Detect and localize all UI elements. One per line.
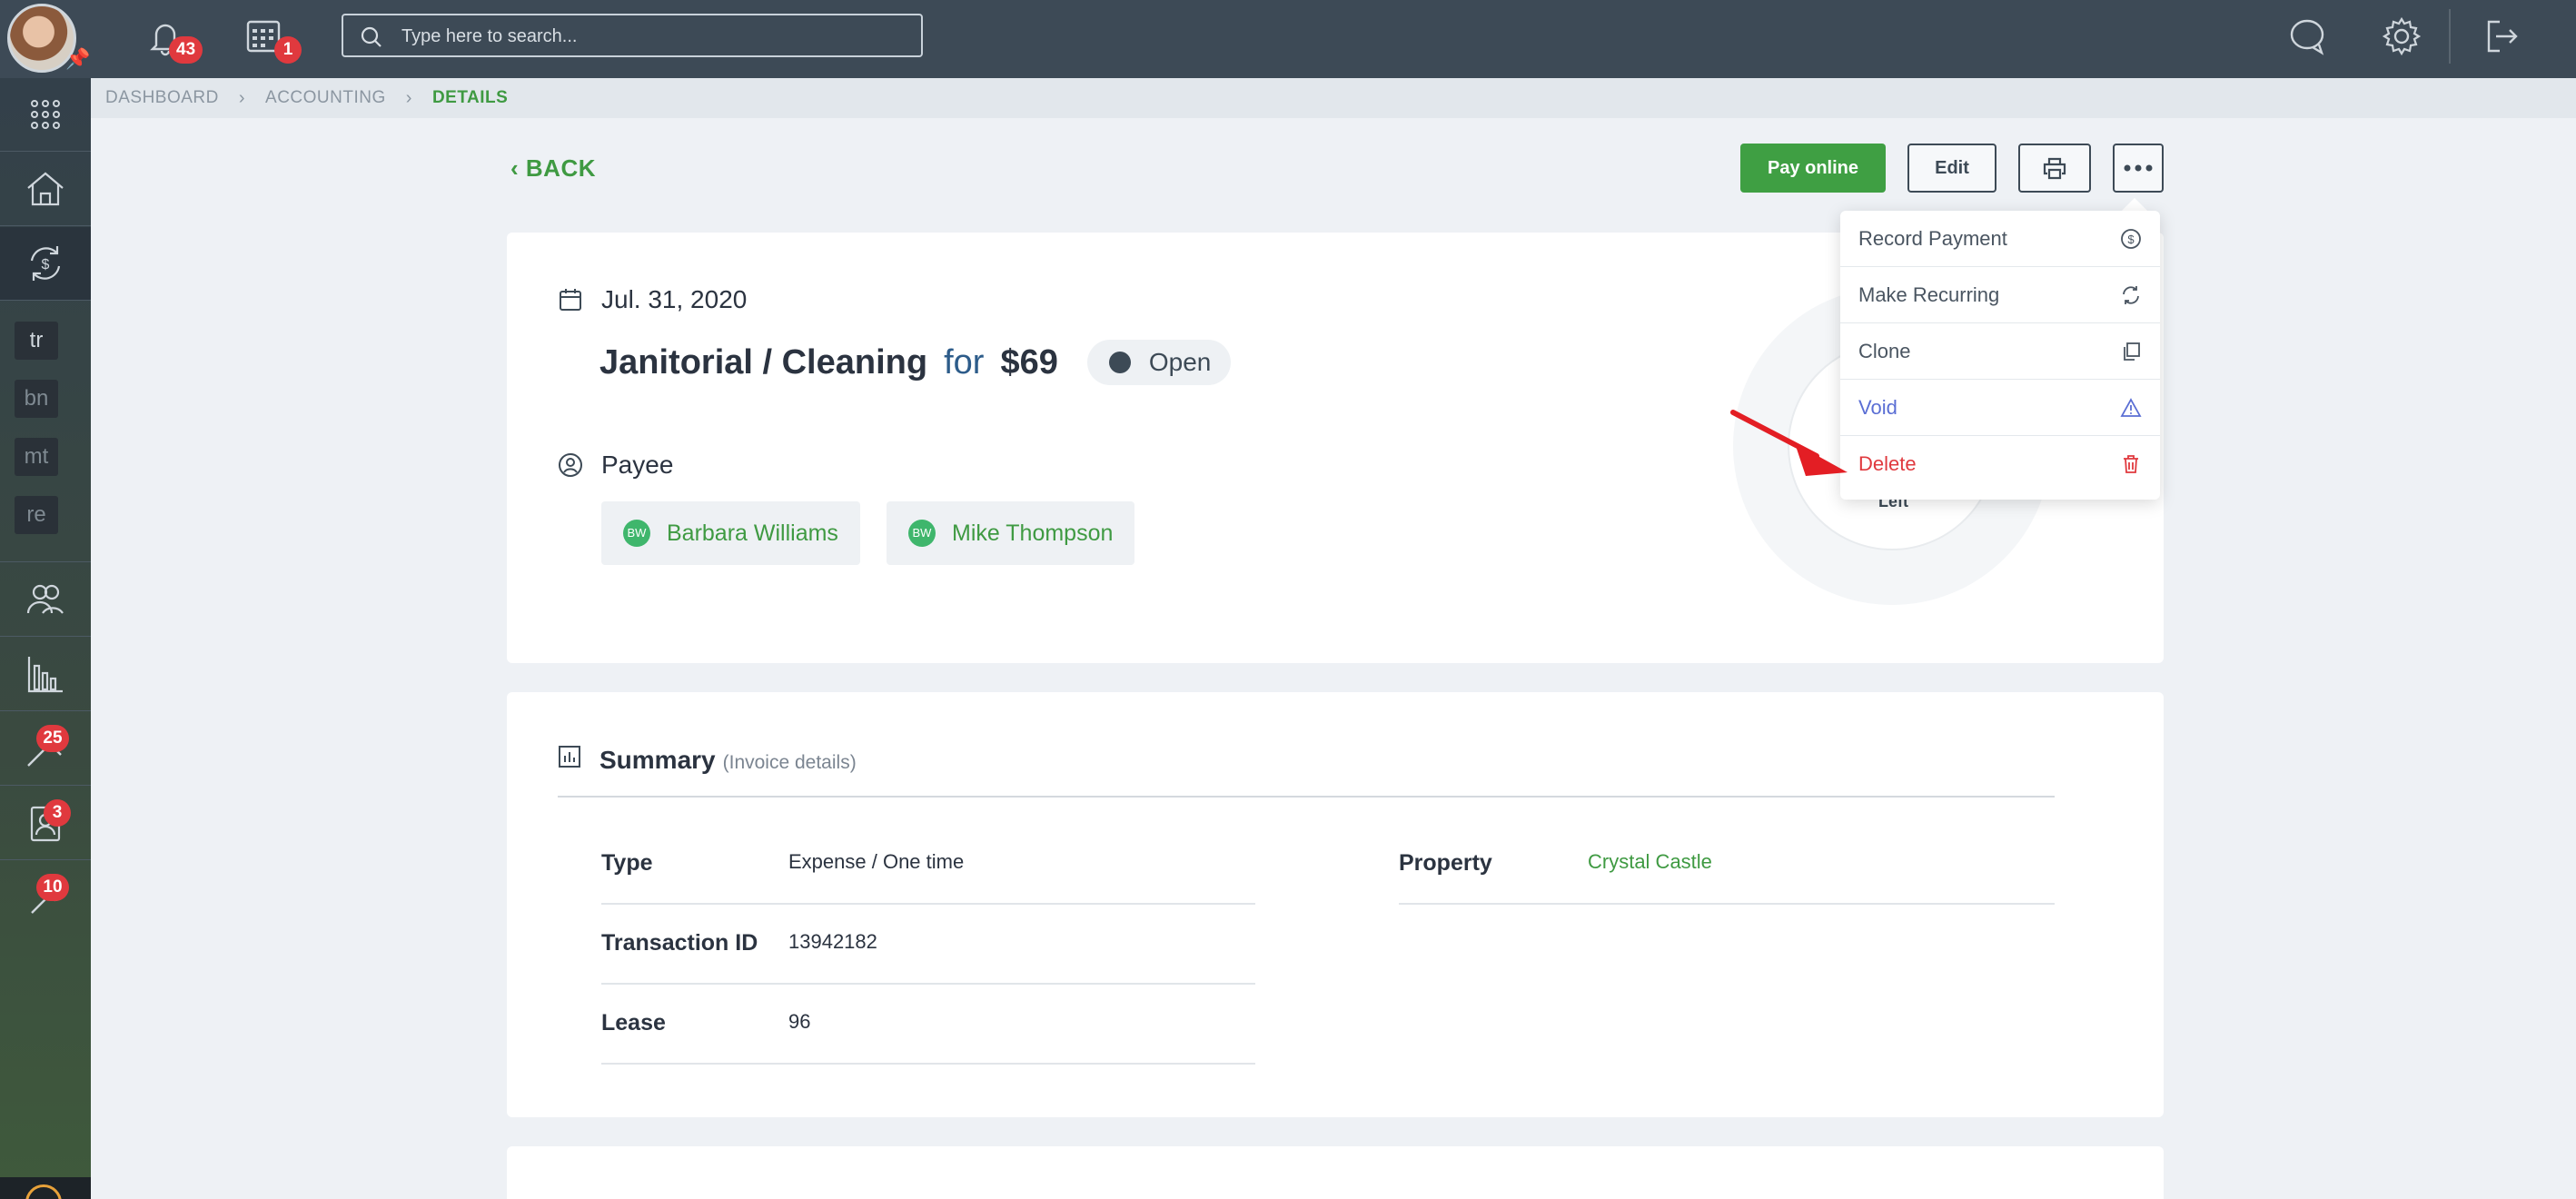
pay-online-button[interactable]: Pay online <box>1740 144 1886 193</box>
transaction-id-value: 13942182 <box>788 930 877 953</box>
payee-name: Barbara Williams <box>667 520 838 546</box>
tenants-badge: 3 <box>44 799 71 827</box>
sidebar-item-reports[interactable] <box>0 638 91 710</box>
payee-name: Mike Thompson <box>952 520 1114 546</box>
pin-icon[interactable]: 📌 <box>65 47 90 71</box>
lease-label: Lease <box>601 1010 666 1036</box>
property-label: Property <box>1399 850 1492 876</box>
type-value: Expense / One time <box>788 850 965 873</box>
assistant-launcher[interactable] <box>0 1177 91 1199</box>
menu-item-record-payment[interactable]: Record Payment $ <box>1840 211 2160 267</box>
details-card <box>507 1146 2164 1199</box>
more-options-menu: Record Payment $ Make Recurring Clone Vo… <box>1840 211 2160 500</box>
sidebar-abbr-mt[interactable]: mt <box>15 438 58 476</box>
payee-initials: BW <box>908 520 936 547</box>
sidebar-abbr-tr[interactable]: tr <box>15 322 58 360</box>
payee-chip[interactable]: BW Barbara Williams <box>601 501 860 565</box>
sidebar-item-apps[interactable] <box>0 78 91 151</box>
sidebar-item-properties[interactable] <box>0 153 91 225</box>
menu-label: Make Recurring <box>1858 282 2000 306</box>
menu-label: Clone <box>1858 339 1911 362</box>
type-label: Type <box>601 850 653 876</box>
invoice-date: Jul. 31, 2020 <box>601 285 748 313</box>
menu-item-clone[interactable]: Clone <box>1840 323 2160 380</box>
refresh-icon <box>2123 286 2139 304</box>
status-badge: Open <box>1086 340 1232 385</box>
menu-label: Record Payment <box>1858 226 2007 250</box>
sidebar: $ tr bn mt re 25 3 10 <box>0 78 91 1199</box>
back-link[interactable]: ‹ BACK <box>510 154 596 183</box>
chevron-right-icon: › <box>238 87 246 108</box>
summary-subtitle: (Invoice details) <box>722 752 857 773</box>
search-input[interactable]: Type here to search... <box>342 14 923 57</box>
search-icon <box>361 26 381 47</box>
sidebar-item-people[interactable] <box>0 563 91 636</box>
warning-triangle-icon <box>2120 398 2142 417</box>
chart-icon <box>559 746 580 768</box>
search-placeholder: Type here to search... <box>401 26 578 46</box>
menu-label: Delete <box>1858 452 1917 475</box>
bar-chart-icon <box>27 657 63 693</box>
status-dot <box>1108 352 1131 373</box>
logout-icon[interactable] <box>2480 15 2523 58</box>
edit-button[interactable]: Edit <box>1907 144 1996 193</box>
payee-label: Payee <box>601 451 674 479</box>
tools-badge: 10 <box>36 874 69 901</box>
breadcrumb-accounting[interactable]: ACCOUNTING <box>265 88 386 108</box>
copy-icon <box>2124 342 2140 361</box>
annotation-arrow-icon <box>1730 410 1848 476</box>
print-button[interactable] <box>2018 144 2091 193</box>
sidebar-abbr-re[interactable]: re <box>15 496 58 534</box>
svg-text:$: $ <box>42 257 50 272</box>
breadcrumb-dashboard[interactable]: DASHBOARD <box>105 88 219 108</box>
property-link[interactable]: Crystal Castle <box>1588 850 1712 874</box>
chat-icon[interactable] <box>2285 15 2329 58</box>
status-label: Open <box>1148 348 1212 376</box>
menu-item-delete[interactable]: Delete <box>1840 436 2160 492</box>
sidebar-abbr-bn[interactable]: bn <box>15 380 58 418</box>
gear-icon[interactable] <box>2380 15 2423 58</box>
invoice-amount: $69 <box>1000 342 1058 382</box>
breadcrumb: DASHBOARD › ACCOUNTING › DETAILS <box>91 78 2576 118</box>
lease-value: 96 <box>788 1010 811 1033</box>
sidebar-item-accounting[interactable]: $ <box>0 227 91 300</box>
summary-title: Summary <box>599 746 716 774</box>
dollar-circle-icon: $ <box>2121 229 2141 249</box>
payee-initials: BW <box>623 520 650 547</box>
for-word: for <box>944 342 985 382</box>
ellipsis-icon <box>2124 164 2153 172</box>
menu-item-void[interactable]: Void <box>1840 380 2160 436</box>
menu-label: Void <box>1858 395 1897 419</box>
house-icon <box>27 172 64 206</box>
transaction-id-label: Transaction ID <box>601 930 758 956</box>
back-label: BACK <box>525 154 597 182</box>
printer-icon <box>2043 157 2066 180</box>
topbar-divider <box>2449 9 2451 64</box>
chevron-left-icon: ‹ <box>510 154 520 182</box>
calendar-badge: 1 <box>274 36 302 64</box>
menu-item-make-recurring[interactable]: Make Recurring <box>1840 267 2160 323</box>
money-cycle-icon: $ <box>30 246 61 281</box>
user-circle-icon <box>559 453 582 477</box>
invoice-category: Janitorial / Cleaning <box>599 342 928 382</box>
assistant-icon <box>25 1184 62 1199</box>
svg-text:$: $ <box>2127 233 2135 246</box>
people-icon <box>26 584 64 614</box>
payee-chip[interactable]: BW Mike Thompson <box>887 501 1135 565</box>
more-options-button[interactable] <box>2113 144 2164 193</box>
sidebar-item-tenants[interactable] <box>0 787 91 859</box>
chevron-right-icon: › <box>405 87 412 108</box>
trash-icon <box>2124 455 2138 473</box>
calendar-icon <box>560 289 581 311</box>
summary-card: Summary (Invoice details) Type Expense /… <box>507 692 2164 1117</box>
maintenance-badge: 25 <box>36 725 69 752</box>
apps-grid-icon <box>31 100 60 129</box>
top-bar: 📌 43 1 Type here to search... <box>0 0 2576 78</box>
breadcrumb-details: DETAILS <box>431 88 509 107</box>
notifications-badge: 43 <box>169 36 203 64</box>
